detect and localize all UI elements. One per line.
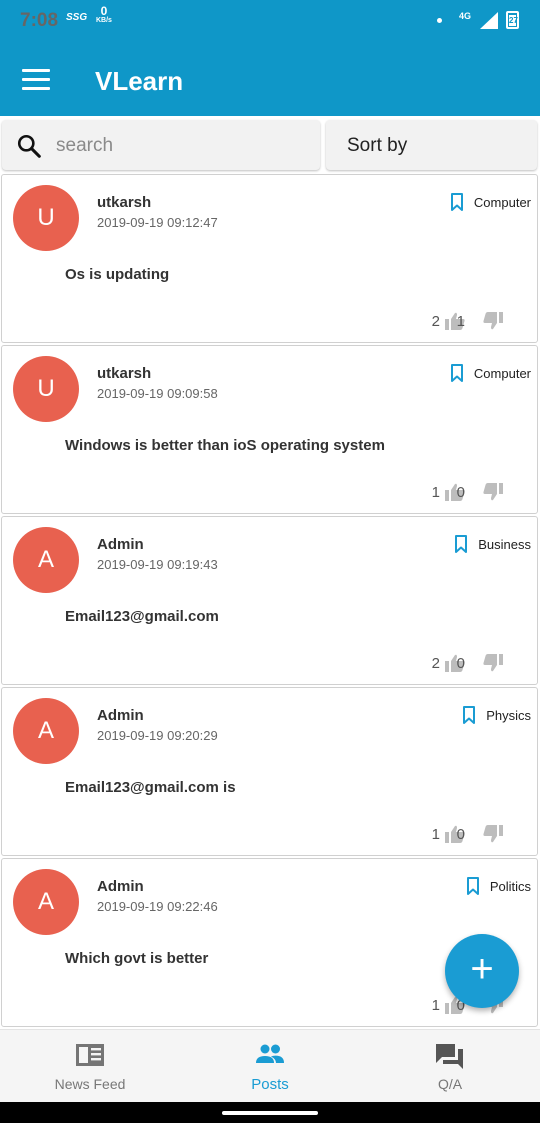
post-category-label: Computer xyxy=(473,366,531,381)
nav-qa[interactable]: Q/A xyxy=(360,1030,540,1103)
post-author: Admin xyxy=(97,536,144,553)
dislike-button[interactable]: 0 xyxy=(457,825,503,843)
like-count: 1 xyxy=(431,483,440,501)
nav-news-feed-label: News Feed xyxy=(54,1076,126,1092)
post-card[interactable]: A Admin 2019-09-19 09:19:43 Business Ema… xyxy=(1,516,538,685)
post-timestamp: 2019-09-19 09:19:43 xyxy=(97,557,218,572)
avatar: A xyxy=(13,527,79,593)
post-category[interactable]: Politics xyxy=(466,877,531,896)
people-icon xyxy=(256,1044,284,1063)
sort-by-button[interactable]: Sort by xyxy=(326,120,537,170)
avatar: U xyxy=(13,356,79,422)
post-content: Email123@gmail.com is xyxy=(65,779,236,796)
dislike-count: 1 xyxy=(456,312,465,330)
post-timestamp: 2019-09-19 09:12:47 xyxy=(97,215,218,230)
net-speed: 0 KB/s xyxy=(96,5,112,25)
post-category-label: Business xyxy=(478,537,531,552)
status-indicator: SSG xyxy=(66,12,88,23)
avatar: A xyxy=(13,698,79,764)
post-content: Which govt is better xyxy=(65,950,209,967)
bookmark-icon xyxy=(463,706,476,724)
post-timestamp: 2019-09-19 09:20:29 xyxy=(97,728,218,743)
dislike-count: 0 xyxy=(456,654,465,672)
dislike-button[interactable]: 1 xyxy=(457,312,503,330)
bookmark-icon xyxy=(466,877,479,895)
post-category-label: Politics xyxy=(489,879,531,894)
post-content: Email123@gmail.com xyxy=(65,608,219,625)
dislike-button[interactable]: 0 xyxy=(457,654,503,672)
sort-by-label: Sort by xyxy=(347,135,408,156)
post-category-label: Physics xyxy=(486,708,531,723)
signal-icon xyxy=(480,12,498,29)
avatar: A xyxy=(13,869,79,935)
post-card[interactable]: U utkarsh 2019-09-19 09:09:58 Computer W… xyxy=(1,345,538,514)
network-type: 4G xyxy=(459,11,472,21)
post-category[interactable]: Business xyxy=(454,535,531,554)
search-input[interactable] xyxy=(54,130,308,162)
thumbs-down-icon xyxy=(483,483,503,501)
search-row: Sort by xyxy=(0,116,540,174)
post-timestamp: 2019-09-19 09:09:58 xyxy=(97,386,218,401)
like-count: 1 xyxy=(431,996,440,1014)
bookmark-icon xyxy=(455,535,468,553)
post-category[interactable]: Computer xyxy=(450,193,531,212)
like-count: 1 xyxy=(431,825,440,843)
nav-posts[interactable]: Posts xyxy=(180,1030,360,1103)
newspaper-icon xyxy=(76,1044,104,1066)
like-count: 2 xyxy=(431,312,440,330)
system-nav-bar xyxy=(0,1102,540,1123)
bookmark-icon xyxy=(450,364,463,382)
status-time: 7:08 xyxy=(20,10,59,31)
thumbs-down-icon xyxy=(483,654,503,672)
post-feed: U utkarsh 2019-09-19 09:12:47 Computer O… xyxy=(0,174,540,1029)
post-category[interactable]: Physics xyxy=(462,706,531,725)
dislike-count: 0 xyxy=(456,483,465,501)
avatar: U xyxy=(13,185,79,251)
notification-dot-icon xyxy=(437,18,442,23)
battery-level: 27 xyxy=(509,15,518,26)
post-card[interactable]: A Admin 2019-09-19 09:20:29 Physics Emai… xyxy=(1,687,538,856)
post-author: utkarsh xyxy=(97,365,152,382)
home-gesture-bar[interactable] xyxy=(222,1111,318,1115)
add-post-button[interactable]: + xyxy=(445,934,519,1008)
post-category-label: Computer xyxy=(473,195,531,210)
like-count: 2 xyxy=(431,654,440,672)
post-content: Windows is better than ioS operating sys… xyxy=(65,437,385,454)
post-author: Admin xyxy=(97,878,144,895)
app-bar: VLearn xyxy=(0,44,540,116)
bottom-nav: News Feed Posts Q/A xyxy=(0,1029,540,1103)
forum-icon xyxy=(436,1044,463,1069)
status-bar: 7:08 SSG 0 KB/s 4G 27 xyxy=(0,0,540,44)
nav-qa-label: Q/A xyxy=(437,1076,463,1092)
plus-icon: + xyxy=(470,947,494,991)
battery-icon: 27 xyxy=(506,11,519,29)
menu-icon[interactable] xyxy=(22,69,50,91)
post-content: Os is updating xyxy=(65,266,170,283)
nav-posts-label: Posts xyxy=(251,1076,289,1093)
post-timestamp: 2019-09-19 09:22:46 xyxy=(97,899,218,914)
post-category[interactable]: Computer xyxy=(450,364,531,383)
nav-news-feed[interactable]: News Feed xyxy=(0,1030,180,1103)
thumbs-down-icon xyxy=(483,312,503,330)
search-box[interactable] xyxy=(2,120,320,170)
dislike-count: 0 xyxy=(456,825,465,843)
thumbs-down-icon xyxy=(483,825,503,843)
app-title: VLearn xyxy=(95,66,184,96)
post-author: Admin xyxy=(97,707,144,724)
dislike-button[interactable]: 0 xyxy=(457,483,503,501)
post-card[interactable]: U utkarsh 2019-09-19 09:12:47 Computer O… xyxy=(1,174,538,343)
bookmark-icon xyxy=(450,193,463,211)
net-speed-unit: KB/s xyxy=(96,17,112,24)
search-icon xyxy=(17,134,41,158)
post-author: utkarsh xyxy=(97,194,152,211)
